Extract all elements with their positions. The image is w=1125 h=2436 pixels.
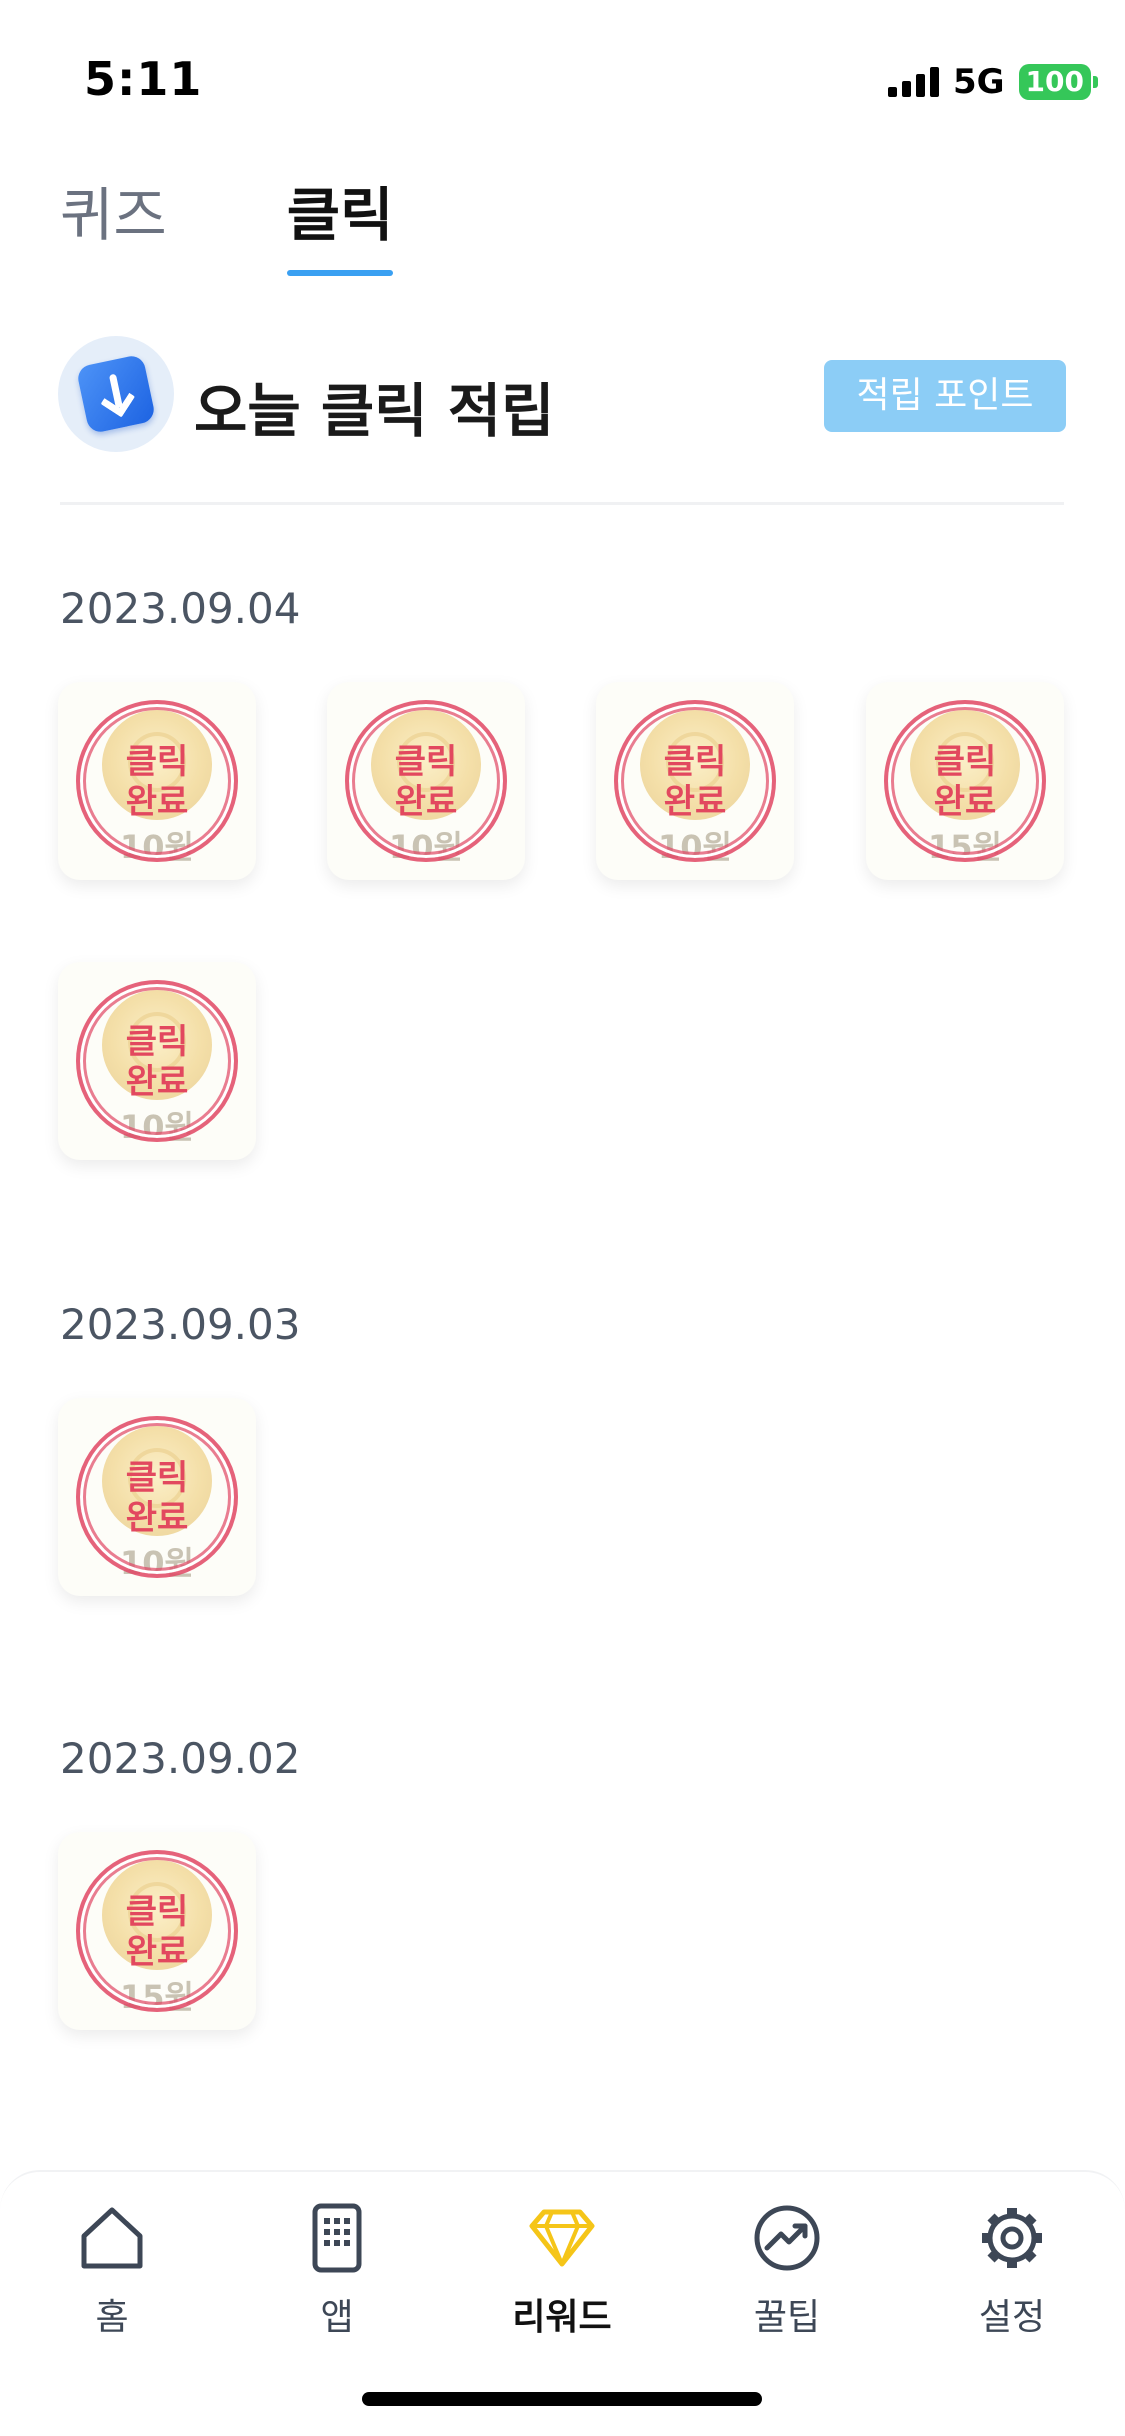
nav-tips[interactable]: 꿀팁 <box>717 2202 857 2340</box>
nav-settings-label: 설정 <box>978 2297 1046 2338</box>
nav-reward-label: 리워드 <box>512 2297 612 2338</box>
download-icon <box>58 336 174 452</box>
network-type: 5G <box>952 62 1005 102</box>
status-indicators: 5G 100 <box>887 62 1099 102</box>
nav-home[interactable]: 홈 <box>42 2202 182 2340</box>
section-title: 오늘 클릭 적립 <box>194 377 555 445</box>
reward-tile[interactable]: 10원 클릭 완료 <box>596 682 794 880</box>
click-complete-stamp: 클릭 완료 <box>76 1416 238 1578</box>
click-complete-stamp: 클릭 완료 <box>614 700 776 862</box>
divider <box>60 502 1064 505</box>
home-icon <box>81 2207 143 2269</box>
home-indicator <box>362 2392 762 2406</box>
stamp-line2: 완료 <box>933 782 997 822</box>
diamond-icon <box>529 2209 595 2267</box>
stamp-line2: 완료 <box>125 782 189 822</box>
signal-icon <box>887 67 939 97</box>
nav-tips-label: 꿀팁 <box>753 2297 821 2338</box>
battery-icon: 100 <box>1018 64 1099 100</box>
reward-tile[interactable]: 10원 클릭 완료 <box>58 682 256 880</box>
stamp-line2: 완료 <box>125 1062 189 1102</box>
stamp-line1: 클릭 <box>125 742 189 782</box>
click-complete-stamp: 클릭 완료 <box>76 1850 238 2012</box>
reward-tile[interactable]: 10원 클릭 완료 <box>327 682 525 880</box>
tab-click[interactable]: 클릭 <box>286 168 393 276</box>
date-label: 2023.09.03 <box>60 1300 301 1349</box>
click-complete-stamp: 클릭 완료 <box>76 980 238 1142</box>
app-icon <box>312 2203 362 2273</box>
date-label: 2023.09.02 <box>60 1734 301 1783</box>
trend-icon <box>754 2205 820 2271</box>
stamp-line2: 완료 <box>125 1932 189 1972</box>
click-complete-stamp: 클릭 완료 <box>76 700 238 862</box>
click-complete-stamp: 클릭 완료 <box>884 700 1046 862</box>
click-complete-stamp: 클릭 완료 <box>345 700 507 862</box>
top-tabs: 퀴즈 클릭 <box>60 168 393 276</box>
date-label: 2023.09.04 <box>60 584 301 633</box>
reward-tile[interactable]: 10원 클릭 완료 <box>58 962 256 1160</box>
nav-home-label: 홈 <box>95 2297 129 2338</box>
stamp-line2: 완료 <box>125 1498 189 1538</box>
stamp-line1: 클릭 <box>663 742 727 782</box>
stamp-line1: 클릭 <box>125 1022 189 1062</box>
reward-tile[interactable]: 15원 클릭 완료 <box>58 1832 256 2030</box>
stamp-line2: 완료 <box>394 782 458 822</box>
reward-tile[interactable]: 15원 클릭 완료 <box>866 682 1064 880</box>
tab-quiz[interactable]: 퀴즈 <box>60 168 167 276</box>
nav-app[interactable]: 앱 <box>267 2202 407 2340</box>
stamp-line1: 클릭 <box>933 742 997 782</box>
earned-points-button[interactable]: 적립 포인트 <box>824 360 1066 432</box>
status-bar: 5:11 5G 100 <box>0 0 1125 150</box>
nav-settings[interactable]: 설정 <box>942 2202 1082 2340</box>
stamp-line1: 클릭 <box>125 1458 189 1498</box>
stamp-line1: 클릭 <box>394 742 458 782</box>
nav-app-label: 앱 <box>320 2297 354 2338</box>
stamp-line1: 클릭 <box>125 1892 189 1932</box>
nav-reward[interactable]: 리워드 <box>492 2202 632 2340</box>
reward-tile[interactable]: 10원 클릭 완료 <box>58 1398 256 1596</box>
gear-icon <box>982 2208 1042 2268</box>
stamp-line2: 완료 <box>663 782 727 822</box>
status-time: 5:11 <box>84 52 203 106</box>
today-click-header: 오늘 클릭 적립 적립 포인트 <box>58 336 1066 452</box>
